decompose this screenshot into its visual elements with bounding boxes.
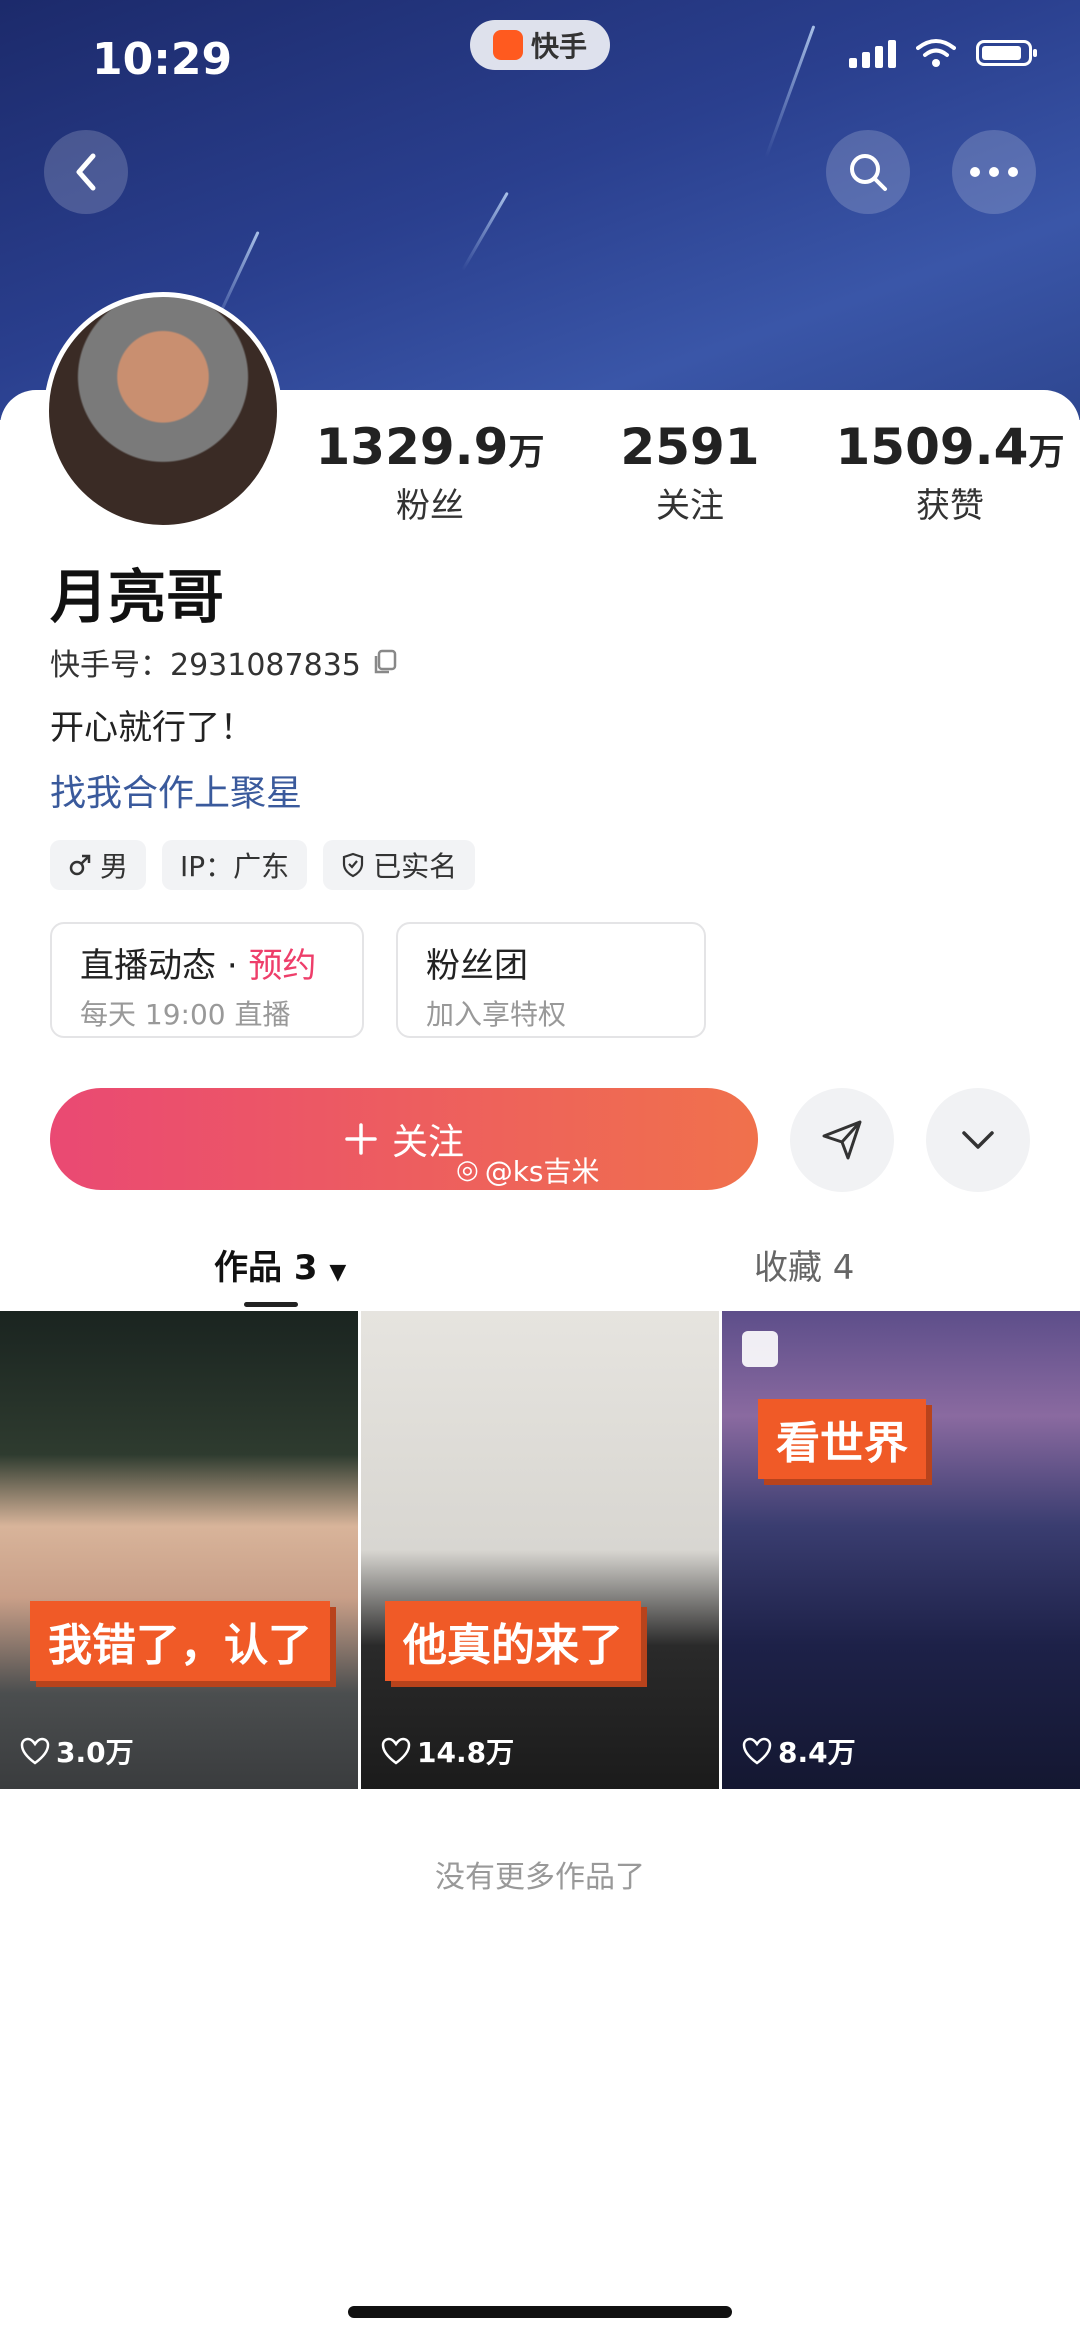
expand-button[interactable] [926, 1088, 1030, 1192]
tab-works-label: 作品 3 [214, 1248, 318, 1288]
copy-icon[interactable] [371, 648, 399, 676]
live-card-subtitle: 每天 19:00 直播 [80, 998, 291, 1031]
live-card-title: 直播动态 [80, 946, 216, 986]
follow-button[interactable]: 关注 [50, 1088, 758, 1190]
heart-icon [381, 1737, 411, 1765]
work-likes: 14.8万 [381, 1731, 514, 1771]
no-more-works: 没有更多作品了 [435, 1860, 645, 1895]
status-icons [849, 38, 1037, 68]
verified-label: 已实名 [373, 850, 458, 883]
followers-count: 1329.9 [315, 418, 509, 476]
stat-likes[interactable]: 1509.4万 获赞 [820, 418, 1080, 527]
work-caption: 看世界 [758, 1399, 926, 1479]
following-count: 2591 [620, 418, 760, 476]
shield-check-icon [343, 852, 364, 878]
fanclub-card[interactable]: 粉丝团 加入享特权 [396, 922, 706, 1038]
avatar[interactable] [44, 292, 282, 530]
profile-name: 月亮哥 [50, 563, 225, 631]
followers-label: 粉丝 [396, 486, 464, 526]
likes-label: 获赞 [916, 486, 984, 526]
live-card-dot: · [226, 946, 238, 986]
live-card[interactable]: 直播动态 · 预约 每天 19:00 直播 [50, 922, 364, 1038]
watermark-text: @ks吉米 [484, 1155, 600, 1188]
gender-tag: 男 [50, 840, 147, 890]
fanclub-card-title: 粉丝团 [426, 946, 528, 986]
heart-icon [742, 1737, 772, 1765]
stat-following[interactable]: 2591 关注 [560, 418, 820, 527]
send-icon [822, 1120, 862, 1160]
ip-tag: IP：广东 [162, 840, 308, 890]
gender-label: 男 [100, 850, 129, 883]
status-time: 10:29 [92, 34, 233, 85]
ip-label: IP：广东 [180, 850, 290, 883]
work-likes-count: 14.8万 [417, 1736, 515, 1769]
plus-icon [345, 1123, 377, 1155]
star-streak [461, 191, 509, 272]
work-likes-count: 8.4万 [778, 1736, 856, 1769]
fanclub-card-subtitle: 加入享特权 [426, 998, 567, 1031]
work-item[interactable]: 看世界 8.4万 [722, 1311, 1080, 1789]
profile-tags: 男 IP：广东 已实名 [50, 840, 476, 890]
home-indicator[interactable] [348, 2306, 732, 2318]
work-caption: 他真的来了 [385, 1601, 641, 1681]
profile-stats: 1329.9万 粉丝 2591 关注 1509.4万 获赞 [300, 418, 1080, 527]
search-icon [850, 154, 887, 191]
follow-button-label: 关注 [391, 1122, 464, 1163]
user-id-text: 快手号：2931087835 [50, 648, 361, 683]
verified-tag: 已实名 [323, 840, 476, 890]
stat-followers[interactable]: 1329.9万 粉丝 [300, 418, 560, 527]
tab-favorites-label: 收藏 4 [754, 1248, 855, 1288]
message-button[interactable] [790, 1088, 894, 1192]
weibo-icon: ◎ [456, 1155, 479, 1185]
work-item[interactable]: 他真的来了 14.8万 [361, 1311, 719, 1789]
work-likes: 3.0万 [20, 1731, 134, 1771]
live-reserve-action[interactable]: 预约 [248, 946, 316, 986]
works-grid: 我错了，认了 3.0万 他真的来了 14.8万 看世界 8.4万 [0, 1311, 1080, 1789]
chevron-down-icon [962, 1131, 994, 1149]
more-button[interactable] [952, 130, 1036, 214]
work-caption: 我错了，认了 [30, 1601, 330, 1681]
wifi-icon [916, 39, 956, 67]
work-likes-count: 3.0万 [56, 1736, 134, 1769]
work-item[interactable]: 我错了，认了 3.0万 [0, 1311, 358, 1789]
more-dots-icon [970, 167, 1018, 177]
search-button[interactable] [826, 130, 910, 214]
profile-bio: 开心就行了！ [50, 708, 254, 748]
likes-count: 1509.4 [835, 418, 1029, 476]
likes-unit: 万 [1028, 432, 1065, 473]
content-tabs: 作品 3 ▼ 收藏 4 [0, 1220, 1080, 1310]
cellular-signal-icon [849, 38, 896, 68]
male-icon [69, 854, 91, 876]
cooperation-link[interactable]: 找我合作上聚星 [50, 764, 302, 816]
kuaishou-logo-icon [492, 30, 523, 60]
app-badge-label: 快手 [530, 30, 587, 63]
work-likes: 8.4万 [742, 1731, 856, 1771]
image-post-icon [742, 1331, 778, 1367]
caret-down-icon: ▼ [329, 1260, 347, 1285]
tab-favorites[interactable]: 收藏 4 [754, 1240, 854, 1289]
feature-cards: 直播动态 · 预约 每天 19:00 直播 粉丝团 加入享特权 [50, 922, 706, 1038]
star-streak [764, 25, 816, 158]
back-button[interactable] [44, 130, 128, 214]
watermark: ◎ @ks吉米 [456, 1150, 600, 1190]
tab-indicator [244, 1302, 298, 1307]
heart-icon [20, 1737, 50, 1765]
app-badge: 快手 [470, 20, 610, 70]
following-label: 关注 [656, 486, 724, 526]
battery-icon [976, 40, 1037, 66]
tab-works[interactable]: 作品 3 ▼ [214, 1240, 346, 1289]
user-id: 快手号：2931087835 [50, 640, 399, 684]
chevron-left-icon [76, 153, 96, 191]
followers-unit: 万 [508, 432, 545, 473]
